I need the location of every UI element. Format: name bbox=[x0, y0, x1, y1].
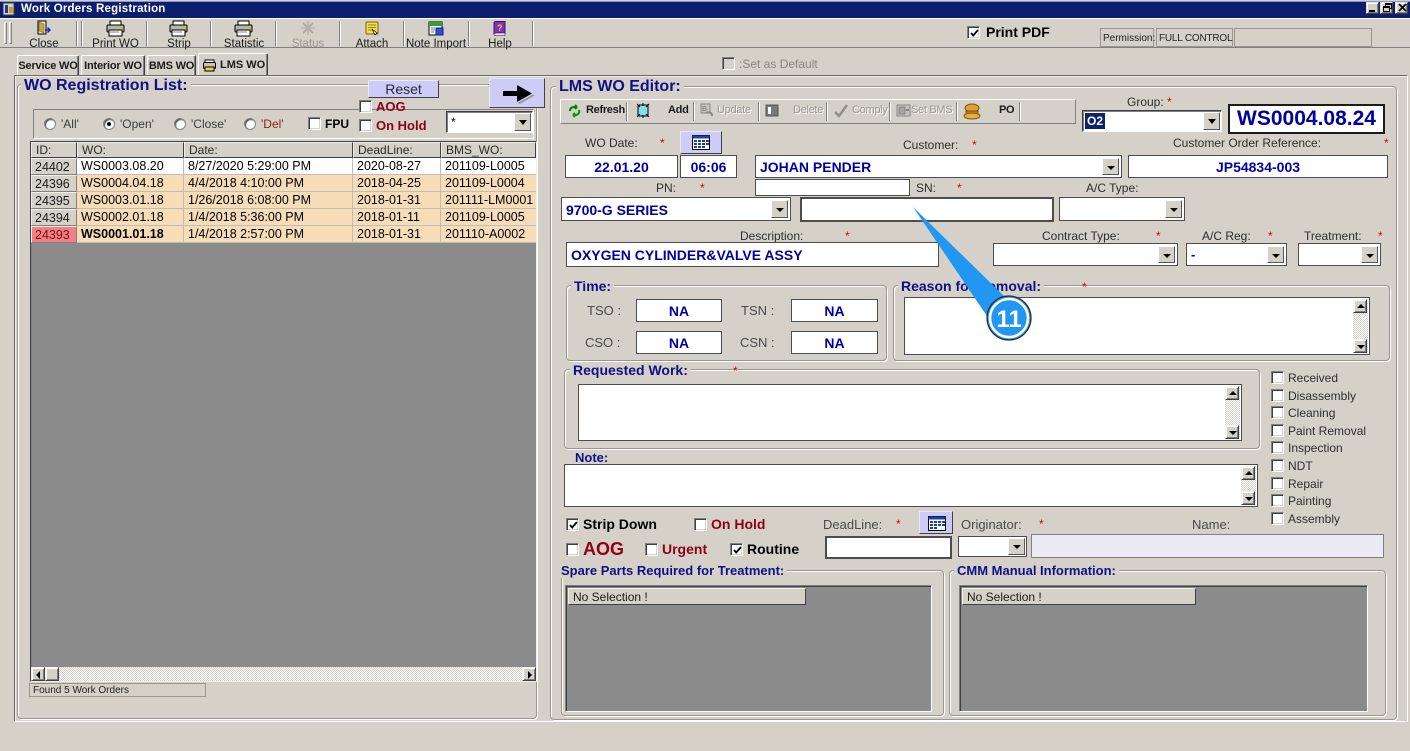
svg-text:11: 11 bbox=[996, 306, 1021, 333]
svg-text:?: ? bbox=[497, 23, 503, 33]
